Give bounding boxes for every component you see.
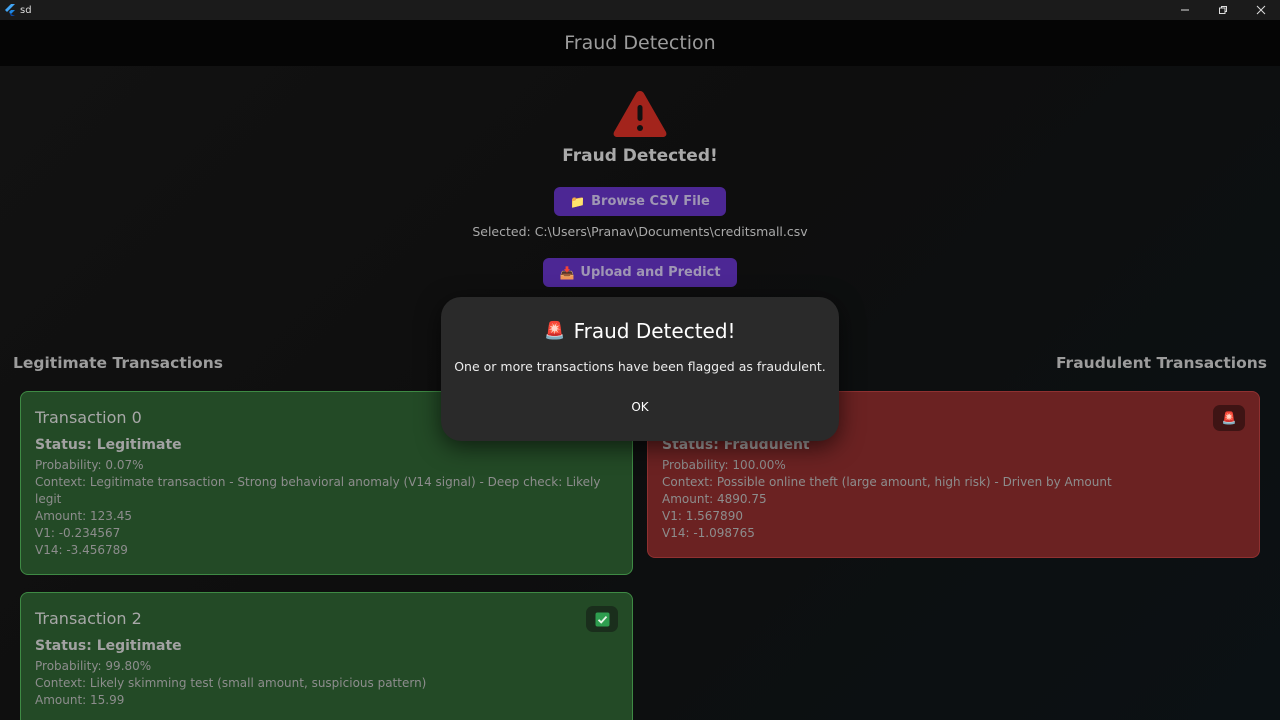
transaction-amount: Amount: 15.99 <box>35 693 125 707</box>
status-title: Fraud Detected! <box>562 146 718 166</box>
transaction-amount: Amount: 4890.75 <box>662 492 767 506</box>
dialog-title-row: 🚨 Fraud Detected! <box>441 319 839 343</box>
restore-icon <box>1219 6 1227 14</box>
dialog-message: One or more transactions have been flagg… <box>454 359 826 374</box>
siren-icon: 🚨 <box>1221 411 1237 425</box>
dialog-title: Fraud Detected! <box>573 319 736 343</box>
window-controls <box>1166 0 1280 20</box>
window-titlebar: sd <box>0 0 1280 20</box>
flutter-logo-icon <box>5 4 15 16</box>
upload-predict-button[interactable]: 📥 Upload and Predict <box>543 258 737 287</box>
transaction-card-legit: Transaction 2 Status: Legitimate Probabi… <box>20 592 633 720</box>
upload-predict-label: Upload and Predict <box>580 265 721 280</box>
minimize-button[interactable] <box>1166 0 1204 20</box>
legit-badge <box>586 606 618 632</box>
selected-file-text: Selected: C:\Users\Pranav\Documents\cred… <box>472 224 808 239</box>
dialog-ok-button[interactable]: OK <box>620 395 660 419</box>
close-button[interactable] <box>1242 0 1280 20</box>
fraud-badge: 🚨 <box>1213 405 1245 431</box>
browse-csv-label: Browse CSV File <box>591 194 710 209</box>
transaction-context: Context: Legitimate transaction - Strong… <box>35 475 601 506</box>
minimize-icon <box>1181 9 1189 11</box>
inbox-tray-icon: 📥 <box>559 265 575 280</box>
warning-icon <box>613 91 667 137</box>
transaction-context: Context: Likely skimming test (small amo… <box>35 676 427 690</box>
transaction-probability: Probability: 99.80% <box>35 659 152 673</box>
transaction-amount: Amount: 123.45 <box>35 509 133 523</box>
transaction-v14: V14: -3.456789 <box>35 543 128 557</box>
transaction-status: Status: Legitimate <box>35 638 182 654</box>
transaction-context: Context: Possible online theft (large am… <box>662 475 1112 489</box>
transaction-title: Transaction 2 <box>35 609 142 628</box>
folder-icon: 📁 <box>570 194 586 209</box>
restore-button[interactable] <box>1204 0 1242 20</box>
transaction-v1: V1: -0.234567 <box>35 526 121 540</box>
fraudulent-section-title: Fraudulent Transactions <box>1055 354 1267 372</box>
app-bar: Fraud Detection <box>0 20 1280 66</box>
siren-icon: 🚨 <box>544 321 566 341</box>
browse-csv-button[interactable]: 📁 Browse CSV File <box>554 187 726 216</box>
close-icon <box>1256 5 1266 15</box>
legitimate-section-title: Legitimate Transactions <box>13 354 223 372</box>
transaction-v1: V1: 1.567890 <box>662 509 743 523</box>
transaction-probability: Probability: 0.07% <box>35 458 144 472</box>
check-icon <box>595 612 609 626</box>
transaction-probability: Probability: 100.00% <box>662 458 786 472</box>
window-title: sd <box>20 4 32 16</box>
app-bar-title: Fraud Detection <box>564 32 716 54</box>
fraud-alert-dialog: 🚨 Fraud Detected! One or more transactio… <box>441 297 839 441</box>
transaction-v14: V14: -1.098765 <box>662 526 755 540</box>
